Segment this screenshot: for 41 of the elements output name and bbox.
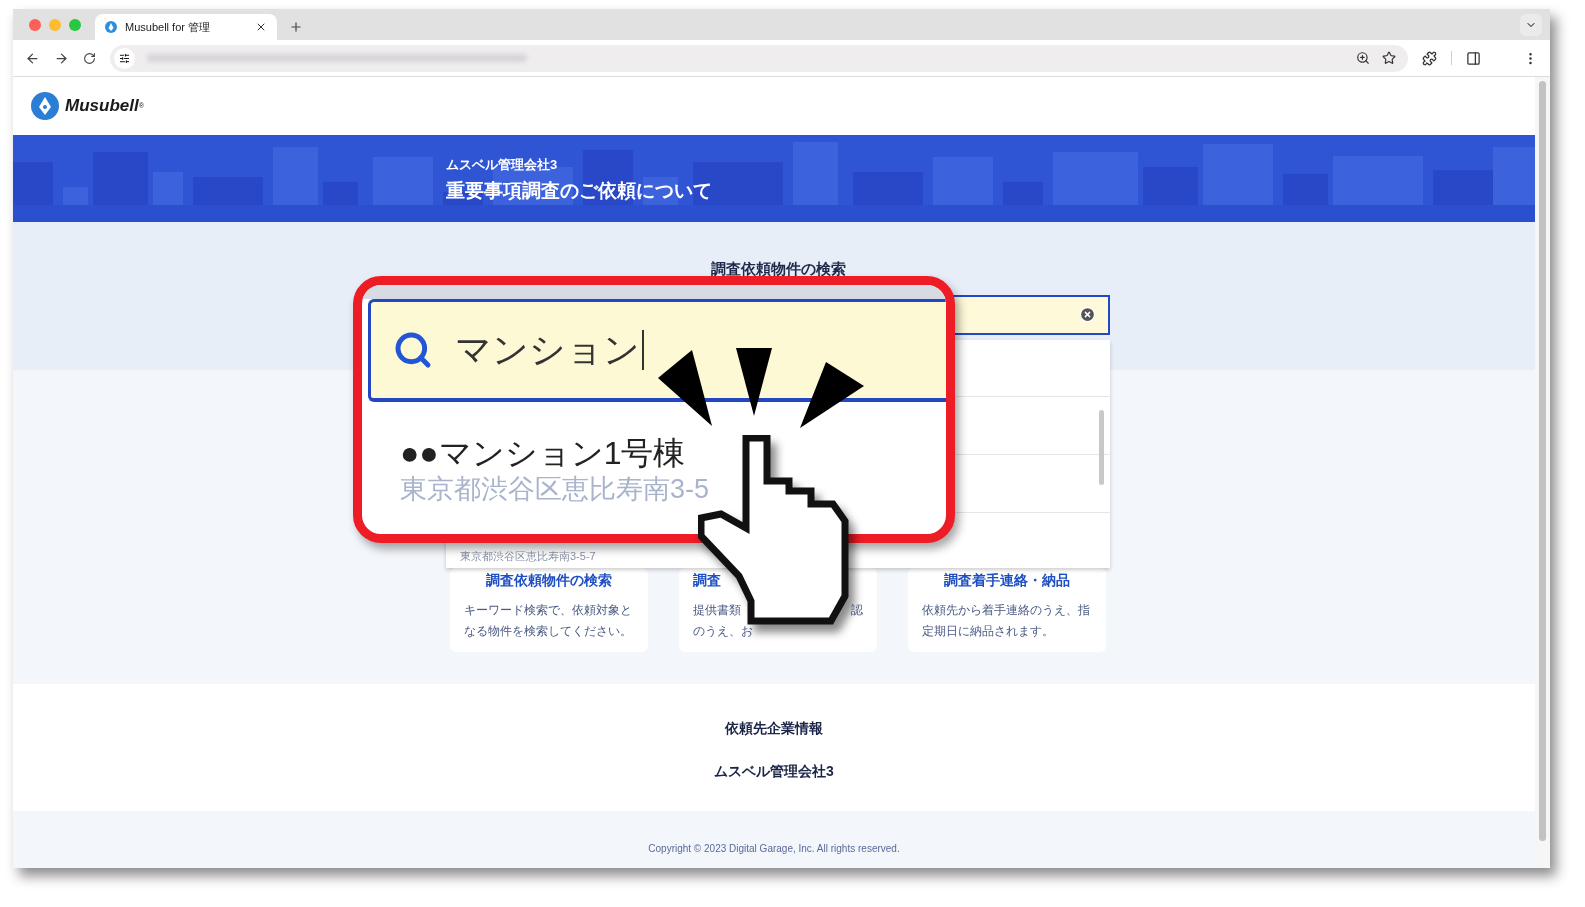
new-tab-icon[interactable]: [289, 20, 303, 34]
step-title: 調査依頼物件の検索: [486, 571, 612, 590]
contractor-name: ムスベル管理会社3: [714, 762, 834, 781]
step-title: 調査: [693, 571, 721, 590]
back-icon[interactable]: [25, 50, 40, 66]
step-description: 依頼先から着手連絡のうえ、指: [922, 602, 1090, 619]
step-description: なる物件を検索してください。: [464, 623, 632, 640]
bookmark-star-icon[interactable]: [1382, 51, 1396, 65]
search-query: マンション: [455, 330, 644, 370]
sliders-icon: [119, 52, 130, 64]
copyright: Copyright © 2023 Digital Garage, Inc. All rights reserved.: [648, 842, 900, 856]
banner-title: 重要事項調査のご依頼について: [446, 178, 713, 203]
browser-tab[interactable]: Musubell for 管理: [95, 14, 277, 40]
close-tab-icon[interactable]: [255, 21, 267, 33]
step-description: 定期日に納品されます。: [922, 623, 1054, 640]
contractor-heading: 依頼先企業情報: [725, 719, 823, 738]
step-description: キーワード検索で、依頼対象と: [464, 602, 632, 619]
logo-text: Musubell$^{®}$: [65, 95, 144, 118]
scrollbar[interactable]: [1535, 77, 1550, 868]
tab-favicon-icon: [105, 21, 117, 33]
dropdown-scrollbar-thumb[interactable]: [1099, 410, 1104, 485]
search-icon: [393, 330, 433, 370]
step-description: 提供書類: [693, 602, 741, 619]
result-name[interactable]: ●●マンション1号棟: [400, 434, 946, 472]
forward-icon[interactable]: [54, 50, 69, 66]
extensions-icon[interactable]: [1422, 50, 1437, 66]
step-title: 調査着手連絡・納品: [944, 571, 1070, 590]
search-heading: 調査依頼物件の検索: [710, 259, 846, 279]
step-description: のうえ、お: [693, 623, 753, 640]
clear-icon[interactable]: [1079, 306, 1096, 323]
reload-icon[interactable]: [83, 51, 96, 65]
site-settings-button[interactable]: [114, 47, 135, 69]
tab-title: Musubell for 管理: [125, 19, 211, 35]
company-name: ムスベル管理会社3: [446, 156, 559, 174]
step-description: 認: [851, 602, 863, 619]
logo-icon: [31, 92, 59, 120]
scrollbar-thumb[interactable]: [1539, 81, 1546, 841]
side-panel-icon[interactable]: [1466, 50, 1481, 66]
zoom-icon[interactable]: [1356, 51, 1370, 65]
tab-list-button[interactable]: [1520, 14, 1542, 36]
magnified-search-field[interactable]: マンション: [368, 299, 946, 402]
